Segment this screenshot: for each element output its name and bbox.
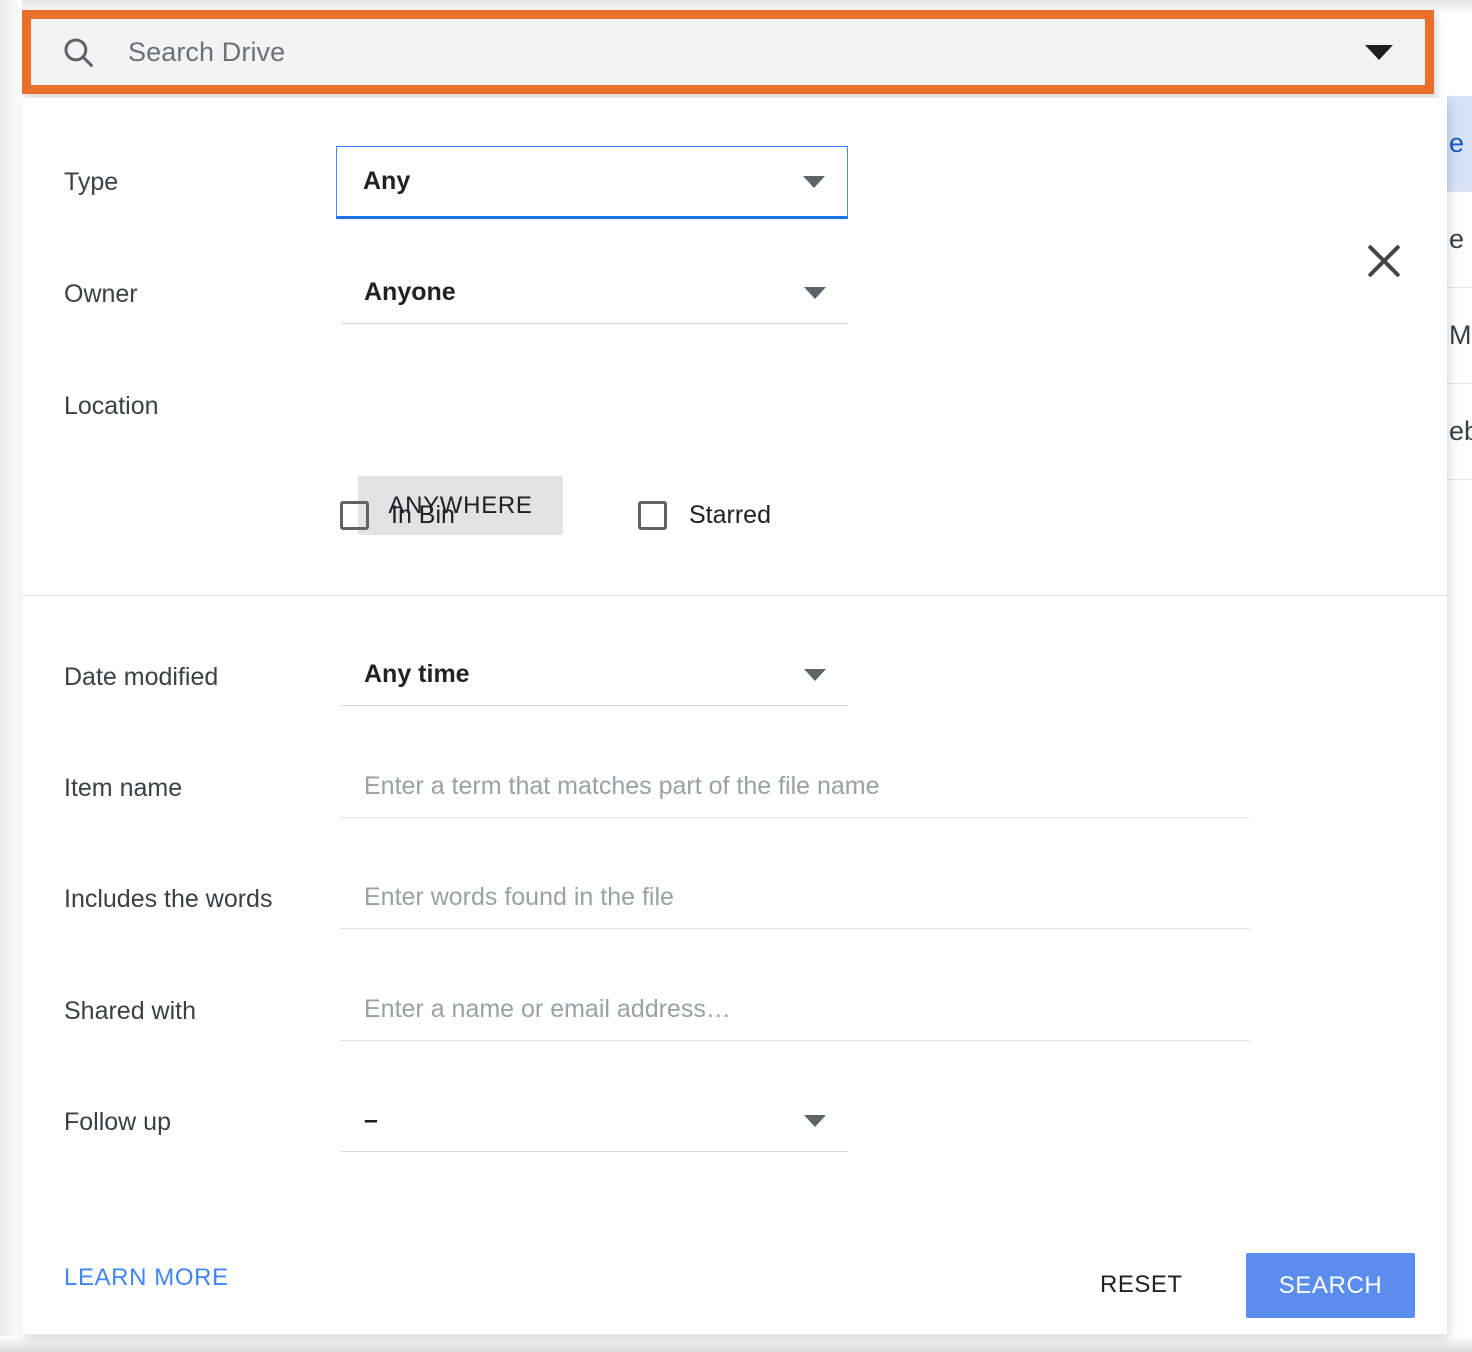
checkbox-box-icon [340, 501, 369, 530]
checkbox-starred[interactable]: Starred [638, 501, 771, 530]
chevron-down-icon [804, 669, 826, 681]
learn-more-link[interactable]: LEARN MORE [64, 1264, 229, 1292]
window-bottom-edge [0, 1336, 1472, 1352]
window-left-edge [0, 0, 22, 1352]
includes-words-input[interactable]: Enter words found in the file [340, 867, 1250, 929]
type-select[interactable]: Any [336, 146, 848, 219]
date-modified-label: Date modified [64, 663, 218, 692]
search-input[interactable]: Search Drive [128, 37, 285, 68]
shared-with-input[interactable]: Enter a name or email address… [340, 979, 1250, 1041]
chevron-down-icon[interactable] [1365, 45, 1393, 60]
section-divider [22, 595, 1447, 596]
reset-button[interactable]: RESET [1084, 1261, 1199, 1309]
app-window: e e Me eb Search Drive Type [0, 0, 1472, 1352]
list-item-label: eb [1449, 416, 1472, 447]
search-bar-inner[interactable]: Search Drive [31, 19, 1425, 85]
location-label: Location [64, 392, 159, 421]
list-item-label: Me [1449, 320, 1472, 351]
follow-up-label: Follow up [64, 1108, 171, 1137]
follow-up-select[interactable]: – [340, 1090, 848, 1152]
list-item[interactable]: eb [1447, 384, 1472, 480]
checkbox-in-bin-label: In Bin [391, 501, 455, 530]
date-modified-select-value: Any time [364, 660, 470, 689]
search-icon [61, 35, 95, 69]
checkbox-in-bin[interactable]: In Bin [340, 501, 455, 530]
checkbox-starred-label: Starred [689, 501, 771, 530]
close-icon[interactable] [1362, 239, 1406, 283]
list-item-label: e [1449, 224, 1464, 255]
list-item-label: e [1449, 128, 1464, 159]
owner-select[interactable]: Anyone [340, 262, 848, 324]
includes-words-label: Includes the words [64, 885, 272, 914]
chevron-down-icon [804, 287, 826, 299]
search-button-label: SEARCH [1279, 1272, 1383, 1300]
search-bar[interactable]: Search Drive [22, 10, 1434, 94]
chevron-down-icon [803, 176, 825, 188]
owner-select-value: Anyone [364, 278, 456, 307]
item-name-label: Item name [64, 774, 182, 803]
list-item[interactable]: e [1447, 192, 1472, 288]
type-select-value: Any [363, 167, 410, 196]
date-modified-select[interactable]: Any time [340, 644, 848, 706]
chevron-down-icon [804, 1115, 826, 1127]
includes-words-placeholder: Enter words found in the file [340, 883, 674, 912]
type-label: Type [64, 168, 118, 197]
background-file-list: e e Me eb [1447, 96, 1472, 1196]
item-name-placeholder: Enter a term that matches part of the fi… [340, 772, 880, 801]
checkbox-box-icon [638, 501, 667, 530]
list-item[interactable]: e [1447, 96, 1472, 192]
follow-up-select-value: – [364, 1106, 378, 1135]
search-button[interactable]: SEARCH [1246, 1253, 1415, 1318]
shared-with-label: Shared with [64, 997, 196, 1026]
advanced-search-dialog: Type Any Owner Anyone Location ANYWHERE … [22, 98, 1447, 1334]
list-item[interactable]: Me [1447, 288, 1472, 384]
item-name-input[interactable]: Enter a term that matches part of the fi… [340, 756, 1250, 818]
owner-label: Owner [64, 280, 138, 309]
shared-with-placeholder: Enter a name or email address… [340, 995, 731, 1024]
